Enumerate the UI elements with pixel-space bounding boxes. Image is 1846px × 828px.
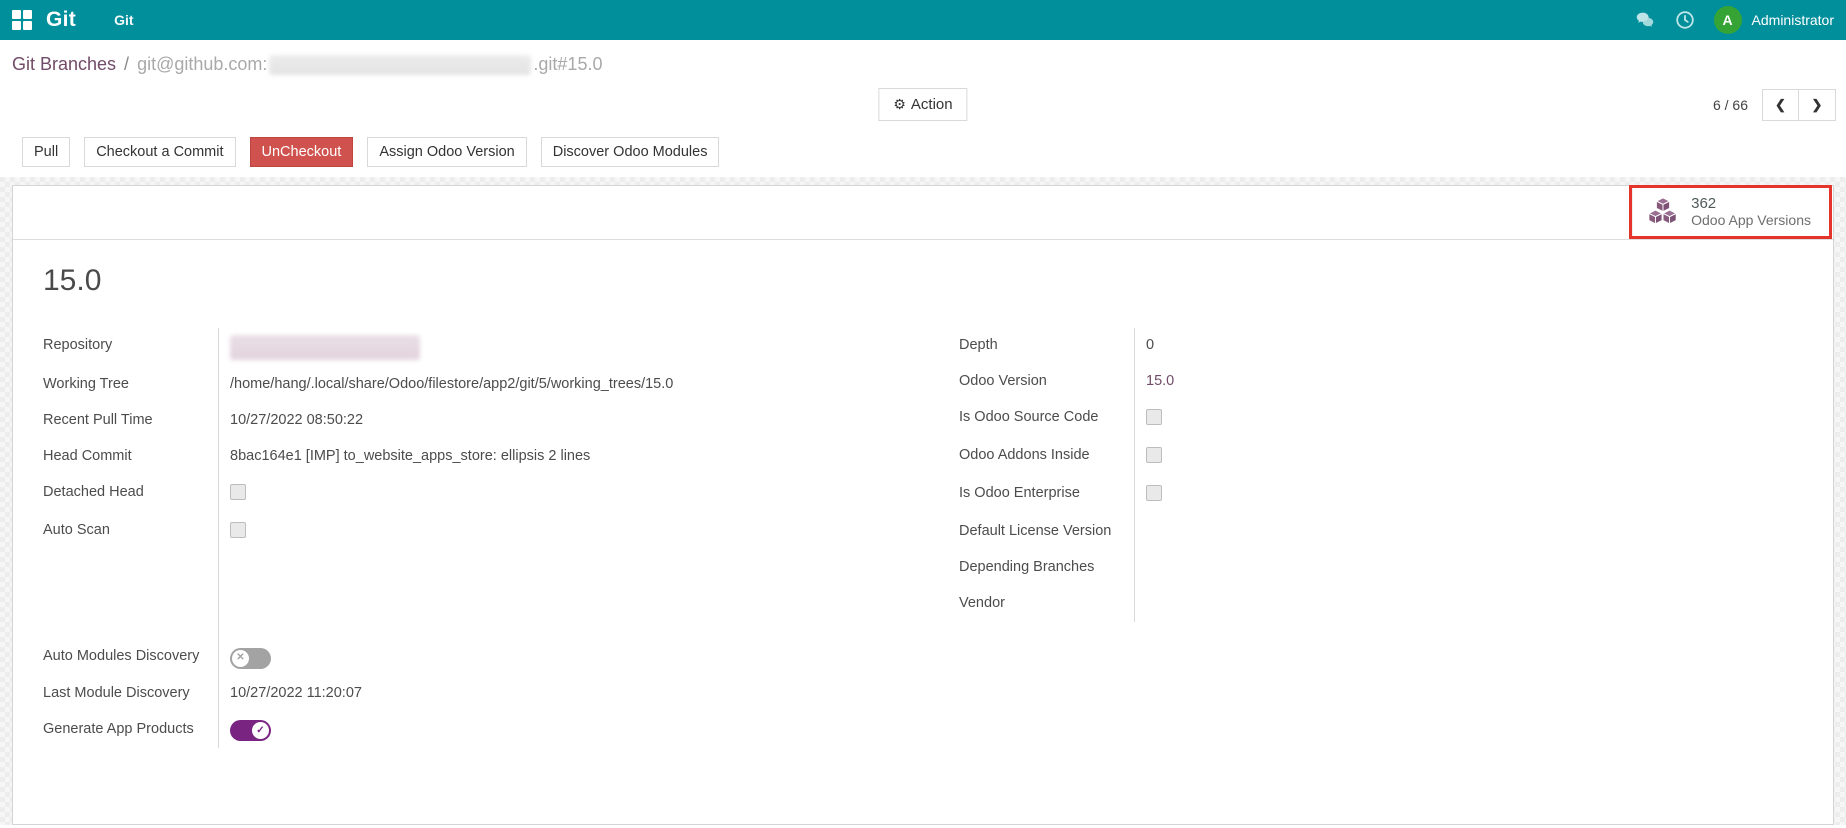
breadcrumb-current-suffix: .git#15.0 bbox=[533, 54, 603, 74]
field-value-last-module-discovery: 10/27/2022 11:20:07 bbox=[218, 675, 923, 712]
breadcrumb-git-branches-link[interactable]: Git Branches bbox=[12, 54, 116, 75]
apps-menu-icon[interactable] bbox=[12, 10, 32, 30]
sheet-body: 15.0 Repository Working Tree /home/hang/… bbox=[13, 240, 1833, 748]
field-label-depth: Depth bbox=[959, 337, 998, 353]
odoo-app-versions-stat-button[interactable]: 362 Odoo App Versions bbox=[1632, 188, 1829, 236]
field-value-odoo-addons-inside bbox=[1134, 438, 1697, 476]
pager-previous-button[interactable]: ❮ bbox=[1762, 89, 1799, 121]
action-button[interactable]: ⚙ Action bbox=[878, 88, 968, 121]
checkout-a-commit-button[interactable]: Checkout a Commit bbox=[84, 137, 236, 167]
field-value-vendor bbox=[1134, 586, 1697, 622]
field-label-detached-head: Detached Head bbox=[43, 484, 144, 500]
form-sheet: 362 Odoo App Versions 15.0 Repository Wo… bbox=[12, 185, 1834, 825]
stat-button-label: Odoo App Versions bbox=[1691, 212, 1811, 228]
field-label-default-license-version: Default License Version bbox=[959, 523, 1112, 539]
right-field-group: Depth 0 Odoo Version 15.0 Is Odoo Source… bbox=[959, 328, 1697, 748]
field-label-recent-pull-time: Recent Pull Time bbox=[43, 412, 153, 428]
field-label-repository: Repository bbox=[43, 337, 113, 353]
user-name[interactable]: Administrator bbox=[1752, 12, 1834, 28]
discover-odoo-modules-button[interactable]: Discover Odoo Modules bbox=[540, 137, 720, 167]
is-odoo-source-code-checkbox[interactable] bbox=[1146, 409, 1162, 425]
uncheckout-button[interactable]: UnCheckout bbox=[249, 137, 354, 167]
breadcrumb-redacted-segment bbox=[269, 54, 532, 75]
odoo-addons-inside-checkbox[interactable] bbox=[1146, 447, 1162, 463]
breadcrumb: Git Branches / git@github.com: .git#15.0 bbox=[0, 40, 1846, 83]
pull-button[interactable]: Pull bbox=[22, 137, 71, 167]
assign-odoo-version-button[interactable]: Assign Odoo Version bbox=[367, 137, 527, 167]
field-label-is-odoo-enterprise: Is Odoo Enterprise bbox=[959, 485, 1080, 501]
stat-button-value: 362 bbox=[1691, 195, 1717, 212]
field-label-odoo-addons-inside: Odoo Addons Inside bbox=[959, 447, 1090, 463]
app-brand: Git bbox=[46, 8, 77, 31]
record-title: 15.0 bbox=[43, 264, 102, 297]
field-value-detached-head bbox=[218, 475, 923, 513]
field-label-auto-scan: Auto Scan bbox=[43, 522, 110, 538]
cubes-icon bbox=[1647, 197, 1678, 225]
group-spacer bbox=[218, 551, 923, 639]
detached-head-checkbox[interactable] bbox=[230, 484, 246, 500]
field-label-generate-app-products: Generate App Products bbox=[43, 720, 194, 737]
auto-scan-checkbox[interactable] bbox=[230, 522, 246, 538]
messages-icon[interactable] bbox=[1634, 9, 1656, 31]
field-value-depth: 0 bbox=[1134, 328, 1697, 364]
record-pager: 6 / 66 ❮ ❯ bbox=[1713, 89, 1836, 121]
field-value-generate-app-products: ✓ bbox=[218, 711, 923, 748]
field-value-auto-modules-discovery: ✕ bbox=[218, 639, 923, 676]
red-annotation-box: 362 Odoo App Versions bbox=[1629, 185, 1832, 239]
is-odoo-enterprise-checkbox[interactable] bbox=[1146, 485, 1162, 501]
repository-redacted-value bbox=[230, 335, 420, 360]
field-value-repository bbox=[218, 328, 923, 367]
toggle-on-icon: ✓ bbox=[252, 722, 269, 739]
left-field-group: Repository Working Tree /home/hang/.loca… bbox=[29, 328, 923, 748]
activities-clock-icon[interactable] bbox=[1674, 9, 1696, 31]
user-avatar[interactable]: A bbox=[1713, 6, 1742, 34]
stat-button-bar: 362 Odoo App Versions bbox=[13, 185, 1833, 240]
auto-modules-discovery-toggle[interactable]: ✕ bbox=[230, 647, 271, 669]
gear-icon: ⚙ bbox=[893, 96, 906, 112]
field-label-last-module-discovery: Last Module Discovery bbox=[43, 684, 190, 701]
breadcrumb-separator: / bbox=[124, 54, 130, 74]
breadcrumb-current-prefix: git@github.com: bbox=[137, 54, 268, 74]
field-value-is-odoo-source-code bbox=[1134, 400, 1697, 438]
nav-menu-git[interactable]: Git bbox=[104, 12, 143, 28]
field-label-auto-modules-discovery: Auto Modules Discovery bbox=[43, 648, 200, 664]
field-label-odoo-version: Odoo Version bbox=[959, 373, 1047, 389]
field-value-default-license-version bbox=[1134, 514, 1697, 550]
pager-value: 6 / 66 bbox=[1712, 97, 1748, 113]
field-value-head-commit: 8bac164e1 [IMP] to_website_apps_store: e… bbox=[218, 439, 923, 475]
chevron-right-icon: ❯ bbox=[1811, 97, 1823, 112]
field-value-auto-scan bbox=[218, 513, 923, 551]
field-label-head-commit: Head Commit bbox=[43, 448, 132, 464]
top-navbar: Git Git A Administrator bbox=[0, 0, 1846, 40]
field-value-is-odoo-enterprise bbox=[1134, 476, 1697, 514]
control-panel: ⚙ Action 6 / 66 ❮ ❯ bbox=[0, 83, 1846, 131]
pager-next-button[interactable]: ❯ bbox=[1799, 89, 1836, 121]
field-label-depending-branches: Depending Branches bbox=[959, 559, 1095, 575]
field-value-recent-pull-time: 10/27/2022 08:50:22 bbox=[218, 403, 923, 439]
action-button-label: Action bbox=[910, 96, 953, 113]
chevron-left-icon: ❮ bbox=[1775, 97, 1786, 112]
generate-app-products-toggle[interactable]: ✓ bbox=[230, 720, 271, 741]
field-value-depending-branches bbox=[1134, 550, 1697, 586]
toggle-off-icon: ✕ bbox=[232, 649, 249, 667]
field-label-working-tree: Working Tree bbox=[43, 376, 129, 392]
workflow-buttons-row: Pull Checkout a Commit UnCheckout Assign… bbox=[0, 131, 1846, 177]
form-view-background: 362 Odoo App Versions 15.0 Repository Wo… bbox=[0, 177, 1846, 825]
field-label-vendor: Vendor bbox=[959, 595, 1005, 611]
field-value-odoo-version[interactable]: 15.0 bbox=[1134, 364, 1697, 400]
field-label-is-odoo-source-code: Is Odoo Source Code bbox=[959, 409, 1099, 425]
avatar-initial: A bbox=[1722, 12, 1733, 28]
form-fields-grid: Repository Working Tree /home/hang/.loca… bbox=[29, 328, 1817, 748]
field-value-working-tree: /home/hang/.local/share/Odoo/filestore/a… bbox=[218, 367, 923, 403]
